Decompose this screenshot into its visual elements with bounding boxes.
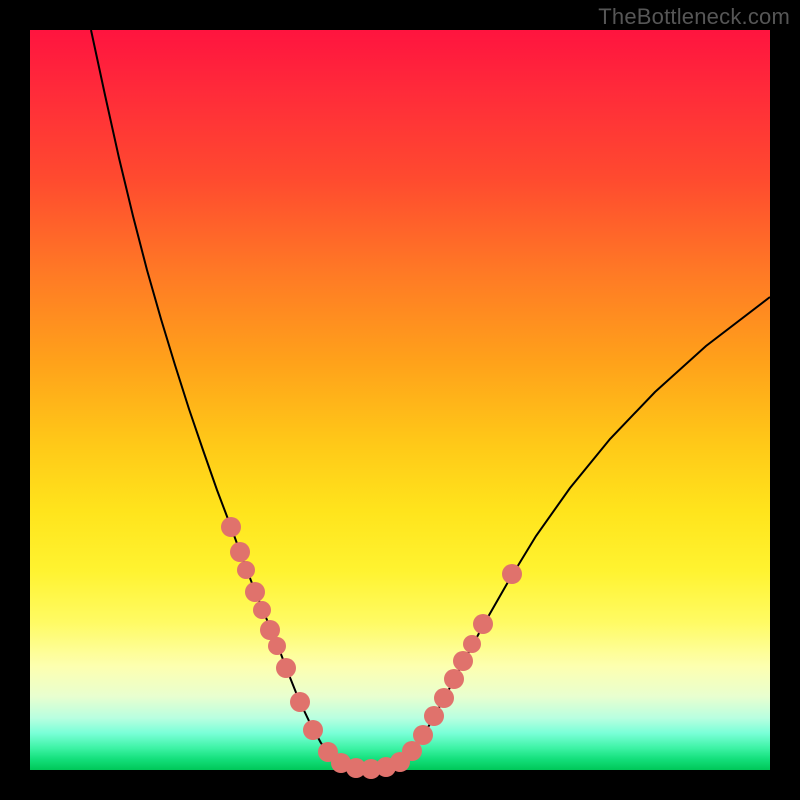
bead-marker — [424, 706, 444, 726]
bead-markers-group — [221, 517, 522, 779]
bead-marker — [237, 561, 255, 579]
plot-area — [30, 30, 770, 770]
bead-marker — [473, 614, 493, 634]
bead-marker — [413, 725, 433, 745]
chart-svg-layer — [30, 30, 770, 770]
watermark-text: TheBottleneck.com — [598, 4, 790, 30]
bead-marker — [253, 601, 271, 619]
chart-frame: TheBottleneck.com — [0, 0, 800, 800]
bead-marker — [245, 582, 265, 602]
bead-marker — [221, 517, 241, 537]
bottleneck-curve — [91, 30, 770, 769]
bead-marker — [276, 658, 296, 678]
bead-marker — [434, 688, 454, 708]
bead-marker — [502, 564, 522, 584]
bead-marker — [268, 637, 286, 655]
bead-marker — [453, 651, 473, 671]
bead-marker — [444, 669, 464, 689]
bead-marker — [290, 692, 310, 712]
bead-marker — [230, 542, 250, 562]
bead-marker — [463, 635, 481, 653]
bead-marker — [303, 720, 323, 740]
